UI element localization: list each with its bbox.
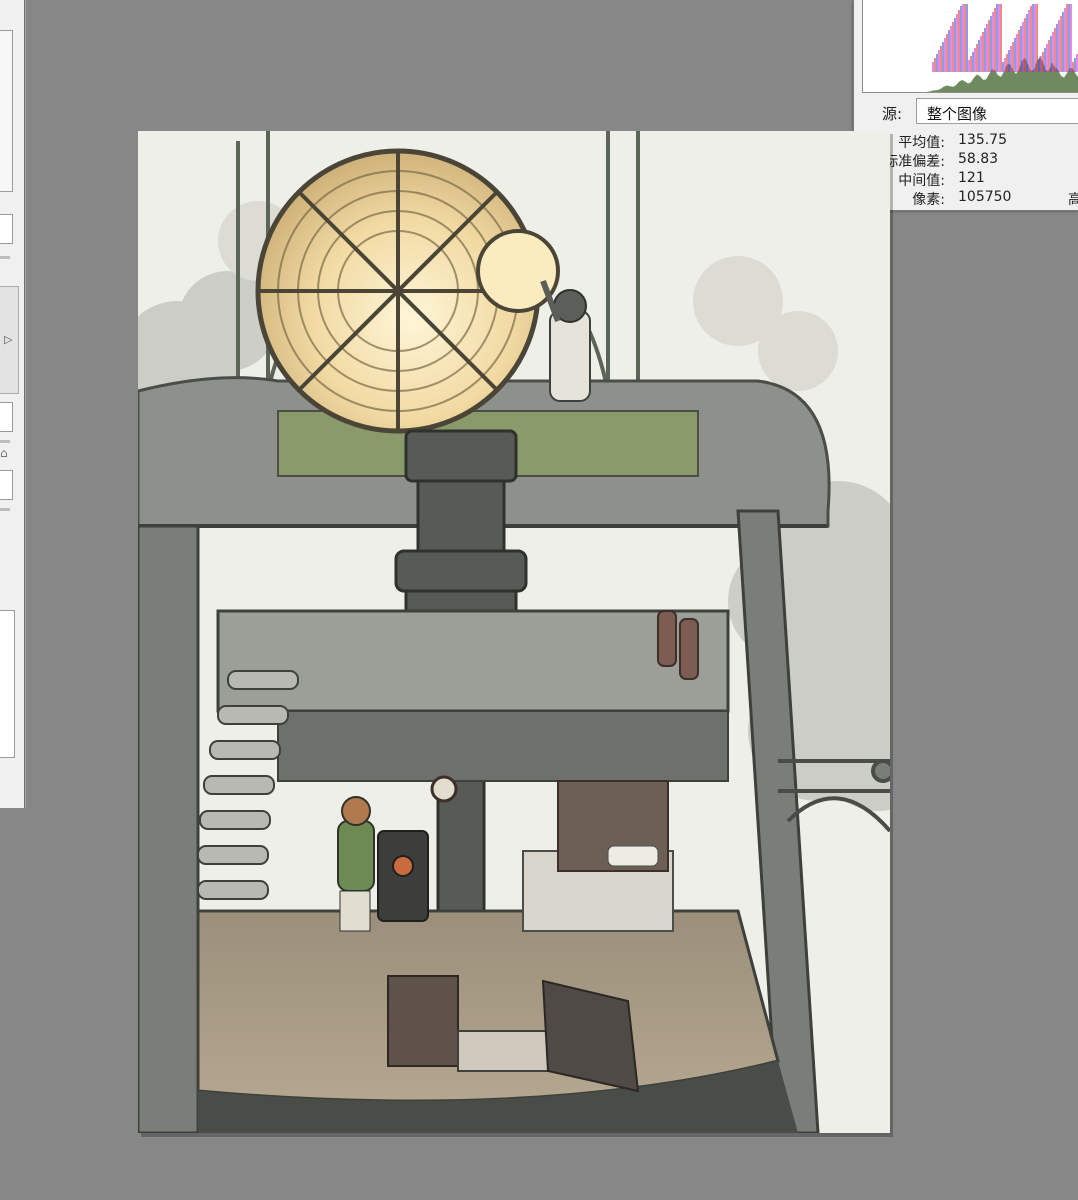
tool-options-panel: ▷ ⌂ (0, 0, 25, 808)
panel-input-1[interactable] (0, 214, 13, 244)
panel-input-2[interactable] (0, 402, 13, 432)
middle-floor (216, 609, 730, 713)
wall-clock (430, 775, 458, 803)
character-cook (337, 796, 375, 932)
stat-label: 像素: (912, 192, 945, 208)
image-canvas[interactable] (138, 131, 890, 1133)
panel-slider-2[interactable] (0, 440, 10, 443)
panel-field-1[interactable] (0, 30, 13, 192)
panel-slider-1[interactable] (0, 256, 10, 259)
stat-label: 标准偏差: (884, 154, 945, 170)
lighthouse-illustration (138, 131, 890, 1133)
stat-label: 中间值: (898, 173, 945, 189)
panel-field-2 (0, 610, 15, 758)
stat-value: 121 (958, 170, 985, 186)
histogram-graph (862, 0, 1078, 93)
stat-value: 105750 (958, 189, 1012, 205)
panel-input-3[interactable] (0, 470, 13, 500)
lower-floor (196, 909, 780, 1103)
character-top (540, 279, 591, 402)
stat-value: 135.75 (958, 132, 1007, 148)
table (457, 1030, 549, 1072)
stat-level-label: 高 (1068, 192, 1078, 208)
stat-value: 58.83 (958, 151, 999, 167)
drop-icon: ⌂ (0, 446, 8, 460)
source-row: 源: 整个图像 (854, 98, 1078, 124)
source-dropdown[interactable]: 整个图像 (916, 98, 1078, 124)
panel-slider-3[interactable] (0, 508, 10, 511)
source-value: 整个图像 (927, 105, 988, 123)
expand-arrow-icon[interactable]: ▷ (4, 333, 12, 346)
panel-group-box: ▷ (0, 286, 19, 394)
source-label: 源: (882, 105, 903, 123)
stat-label: 平均值: (898, 135, 945, 151)
cabinet (387, 975, 459, 1067)
stove (377, 830, 429, 922)
